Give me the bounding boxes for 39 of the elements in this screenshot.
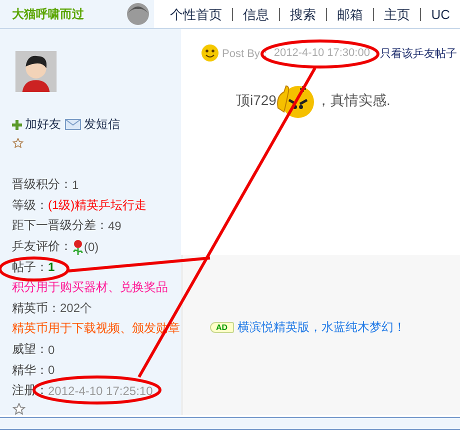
stat-label: 晋级积分： — [12, 176, 72, 194]
profile-action[interactable]: 发短信 — [65, 116, 120, 134]
avatar-icon — [126, 2, 150, 26]
stat-label: 精华： — [12, 362, 48, 379]
nav-link[interactable]: 个性首页 — [170, 8, 232, 20]
stat-label: 帖子： — [12, 258, 48, 276]
plus-icon — [12, 120, 22, 130]
post-text: ，真情实感. — [316, 92, 390, 110]
post-text: 顶i729 — [236, 92, 276, 110]
info-note: 积分用于购买器材、兑换奖品 — [12, 279, 168, 296]
author-only-link[interactable]: 只看该乒友帖子 — [380, 46, 457, 60]
stat-value: 1 — [48, 260, 55, 274]
stat-value: 0 — [48, 363, 55, 378]
profile-action[interactable]: 加好友 — [12, 116, 61, 134]
nav-link[interactable]: 信息 — [232, 8, 280, 20]
stat-label: 乒友评价： — [12, 238, 72, 256]
nav-link[interactable]: 主页 — [373, 8, 420, 20]
ad-badge: AD — [210, 322, 234, 332]
nav-link[interactable]: 邮箱 — [326, 8, 374, 20]
star-icon — [12, 138, 24, 148]
stat-value: 202个 — [60, 300, 92, 317]
ad-link[interactable]: 横滨悦精英版，水蓝纯木梦幻！ — [238, 318, 406, 336]
stat-value: 1 — [72, 178, 79, 192]
stat-value: (1级)精英乒坛行走 — [48, 196, 147, 214]
stat-value: 2012-4-10 17:25:10 — [48, 384, 153, 398]
stat-label: 距下一晋级分差： — [12, 217, 108, 234]
stat-value: 49 — [108, 218, 122, 233]
stat-value: (0) — [84, 240, 99, 254]
smiley-icon — [201, 44, 219, 62]
stat-label: 精英币： — [12, 300, 60, 317]
nav-link[interactable]: UC — [420, 8, 460, 20]
stat-value: 0 — [48, 342, 55, 357]
star-icon — [12, 403, 26, 415]
rose-icon — [72, 238, 84, 255]
stat-label: 等级： — [12, 196, 48, 214]
stat-label: 威望： — [12, 341, 48, 358]
post-time: 2012-4-10 17:30:00 — [274, 47, 370, 59]
mail-icon — [65, 119, 81, 130]
nav-link[interactable]: 搜索 — [279, 8, 326, 20]
